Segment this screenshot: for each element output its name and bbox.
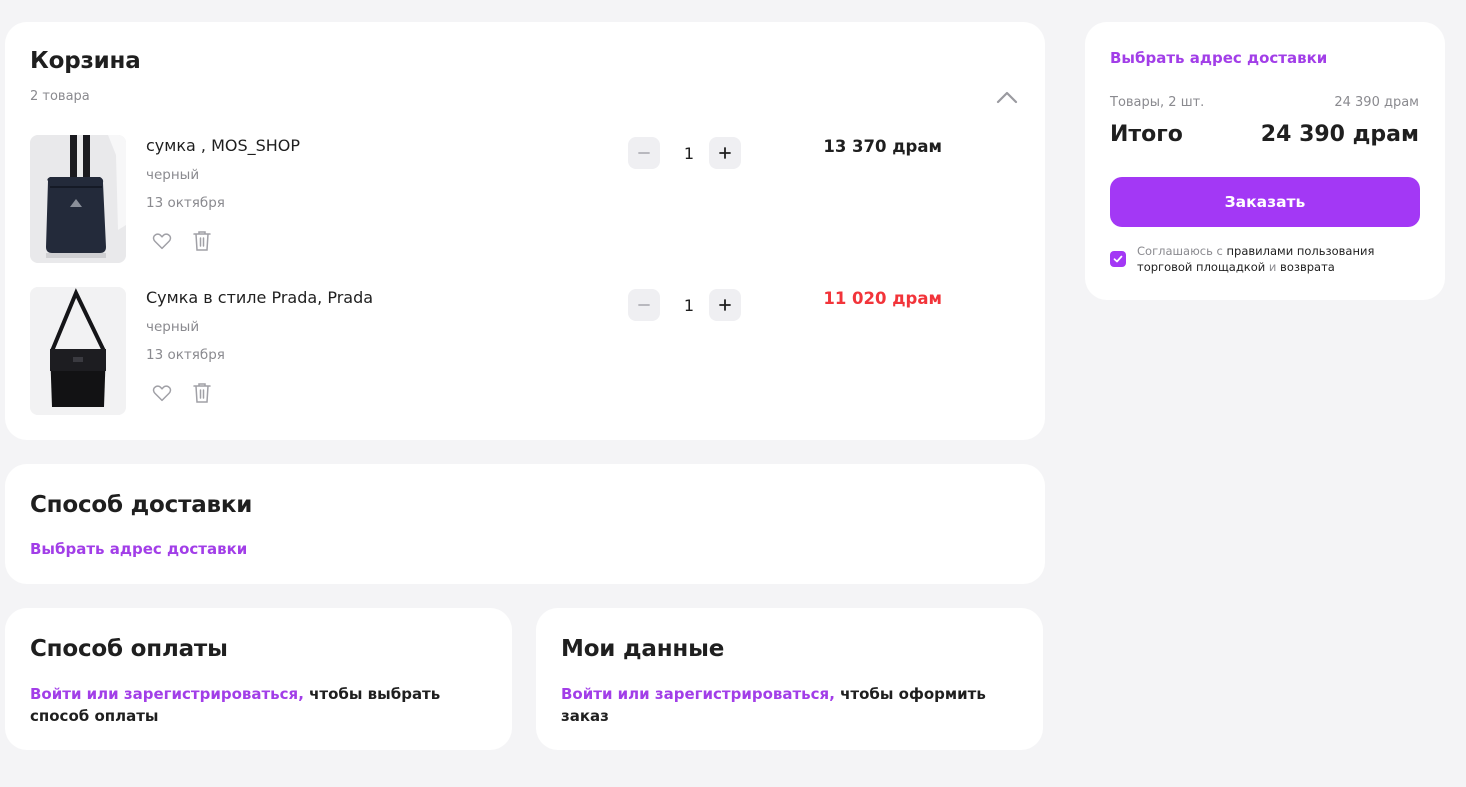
agree-text: Соглашаюсь с правилами пользования торго… <box>1137 243 1427 275</box>
delivery-title: Способ доставки <box>30 492 253 518</box>
payment-method-card: Способ оплаты Войти или зарегистрировать… <box>5 608 512 750</box>
payment-login-text: Войти или зарегистрироваться, чтобы выбр… <box>30 683 500 727</box>
goods-count-label: Товары, 2 шт. <box>1110 95 1205 110</box>
plus-icon <box>719 147 731 159</box>
quantity-increase-button[interactable] <box>709 137 741 169</box>
heart-icon <box>152 385 172 402</box>
payment-title: Способ оплаты <box>30 636 228 662</box>
agree-and: и <box>1265 260 1281 274</box>
quantity-decrease-button[interactable] <box>628 289 660 321</box>
total-value: 24 390 драм <box>1260 122 1419 147</box>
quantity-decrease-button[interactable] <box>628 137 660 169</box>
plus-icon <box>719 299 731 311</box>
trash-icon <box>193 231 211 251</box>
quantity-value: 1 <box>683 144 695 163</box>
item-price: 13 370 драм <box>823 137 942 156</box>
cart-item: сумка , MOS_SHOP черный 13 октября 1 13 … <box>30 135 1030 263</box>
login-register-link[interactable]: Войти или зарегистрироваться, <box>30 685 304 703</box>
my-data-title: Мои данные <box>561 636 725 662</box>
favorite-button[interactable] <box>151 230 173 252</box>
delivery-method-card: Способ доставки Выбрать адрес доставки <box>5 464 1045 584</box>
goods-sum-value: 24 390 драм <box>1334 95 1419 110</box>
cart-item: Сумка в стиле Prada, Prada черный 13 окт… <box>30 287 1030 415</box>
total-label: Итого <box>1110 122 1183 147</box>
order-button[interactable]: Заказать <box>1110 177 1420 227</box>
collapse-cart-button[interactable] <box>993 86 1021 108</box>
product-image[interactable] <box>30 135 126 263</box>
my-data-card: Мои данные Войти или зарегистрироваться,… <box>536 608 1043 750</box>
cart-title: Корзина <box>30 48 141 74</box>
quantity-increase-button[interactable] <box>709 289 741 321</box>
minus-icon <box>638 152 650 154</box>
item-price: 11 020 драм <box>823 289 942 308</box>
item-name[interactable]: сумка , MOS_SHOP <box>146 136 300 155</box>
chevron-up-icon <box>996 91 1018 104</box>
item-color: черный <box>146 319 200 335</box>
choose-address-link[interactable]: Выбрать адрес доставки <box>30 540 247 558</box>
return-link[interactable]: возврата <box>1280 260 1335 274</box>
login-register-link[interactable]: Войти или зарегистрироваться, <box>561 685 835 703</box>
item-delivery-date: 13 октября <box>146 195 225 211</box>
item-color: черный <box>146 167 200 183</box>
favorite-button[interactable] <box>151 382 173 404</box>
delete-button[interactable] <box>192 230 212 252</box>
agree-prefix: Соглашаюсь с <box>1137 244 1227 258</box>
product-image[interactable] <box>30 287 126 415</box>
heart-icon <box>152 233 172 250</box>
minus-icon <box>638 304 650 306</box>
order-summary-card: Выбрать адрес доставки Товары, 2 шт. 24 … <box>1085 22 1445 300</box>
delete-button[interactable] <box>192 382 212 404</box>
agree-checkbox[interactable] <box>1110 251 1126 267</box>
item-delivery-date: 13 октября <box>146 347 225 363</box>
check-icon <box>1113 255 1123 263</box>
choose-address-link[interactable]: Выбрать адрес доставки <box>1110 49 1327 67</box>
cart-card: Корзина 2 товара сумка , MOS_SHOP черный… <box>5 22 1045 440</box>
trash-icon <box>193 383 211 403</box>
my-data-login-text: Войти или зарегистрироваться, чтобы офор… <box>561 683 1031 727</box>
item-name[interactable]: Сумка в стиле Prada, Prada <box>146 288 373 307</box>
quantity-value: 1 <box>683 296 695 315</box>
cart-item-count: 2 товара <box>30 89 90 104</box>
